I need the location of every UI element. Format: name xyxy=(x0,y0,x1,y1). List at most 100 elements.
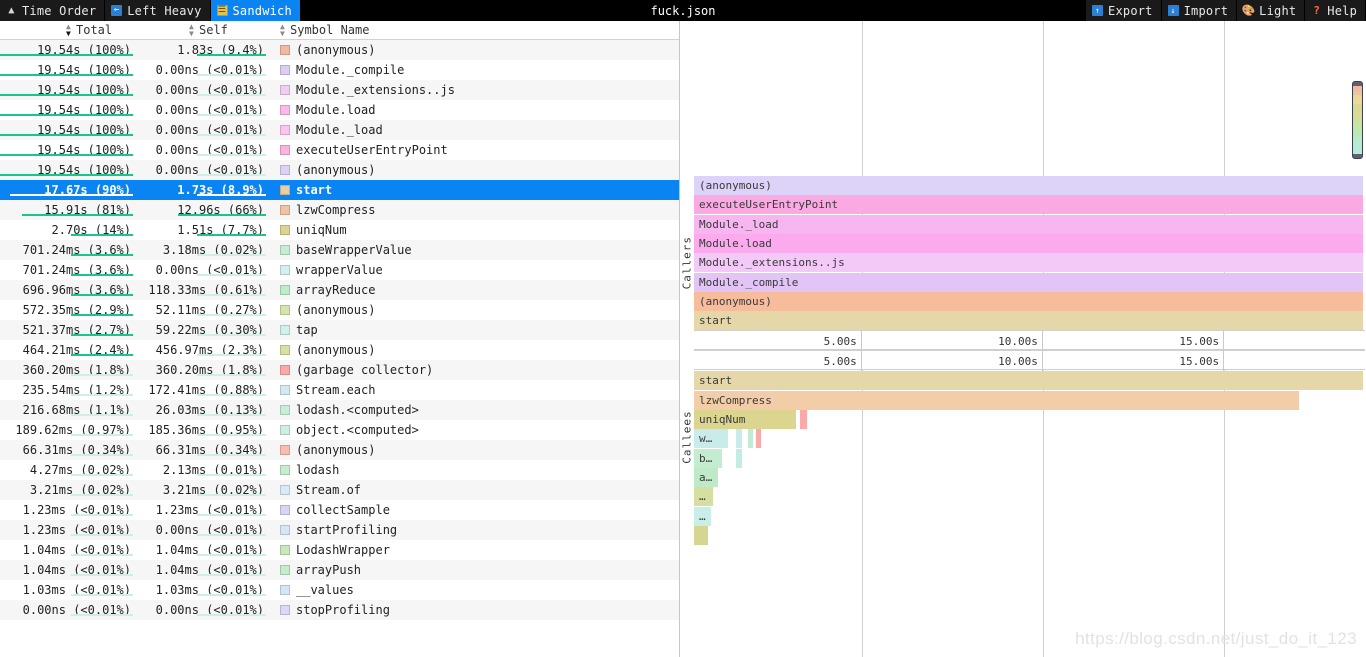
table-row[interactable]: 235.54ms (1.2%) 172.41ms (0.88%) Stream.ea… xyxy=(0,380,679,400)
column-header-total[interactable]: ▲ ▼ Total xyxy=(0,23,137,38)
table-row[interactable]: 521.37ms (2.7%) 59.22ms (0.30%) tap xyxy=(0,320,679,340)
caller-frame-label: executeUserEntryPoint xyxy=(699,198,839,212)
caller-frame[interactable]: Module.load xyxy=(694,233,1363,253)
minimap-scrollbar[interactable] xyxy=(1352,81,1363,159)
table-row[interactable]: 216.68ms (1.1%) 26.03ms (0.13%) lodash.<co… xyxy=(0,400,679,420)
callee-frame[interactable] xyxy=(735,429,742,449)
table-row[interactable]: 572.35ms (2.9%) 52.11ms (0.27%) (anonymous… xyxy=(0,300,679,320)
callee-frame[interactable]: … xyxy=(694,506,711,526)
caller-frame[interactable]: Module._compile xyxy=(694,272,1363,292)
cell-symbol-text: stopProfiling xyxy=(296,603,390,617)
table-row[interactable]: 2.70s (14%) 1.51s (7.7%) uniqNum xyxy=(0,220,679,240)
callee-frame[interactable]: b… xyxy=(694,448,722,468)
table-row[interactable]: 464.21ms (2.4%) 456.97ms (2.3%) (anonymous… xyxy=(0,340,679,360)
view-mode-time-order[interactable]: ▲ Time Order xyxy=(0,0,106,21)
caller-frame[interactable]: Module._load xyxy=(694,214,1363,234)
cell-symbol: startProfiling xyxy=(270,523,679,537)
table-row[interactable]: 696.96ms (3.6%) 118.33ms (0.61%) arrayRedu… xyxy=(0,280,679,300)
self-bar xyxy=(196,154,266,156)
callee-frame[interactable]: lzwCompress xyxy=(694,390,1300,410)
self-bar xyxy=(196,474,266,476)
table-row[interactable]: 189.62ms (0.97%) 185.36ms (0.95%) object.<… xyxy=(0,420,679,440)
table-row[interactable]: 3.21ms (0.02%) 3.21ms (0.02%) Stream.of xyxy=(0,480,679,500)
caller-frame[interactable]: (anonymous) xyxy=(694,176,1363,195)
view-mode-left-heavy[interactable]: ← Left Heavy xyxy=(105,0,211,21)
caller-frame-row: (anonymous) xyxy=(694,176,1365,195)
callee-frame[interactable] xyxy=(694,525,709,545)
color-swatch-icon xyxy=(280,465,290,475)
caller-frame[interactable]: (anonymous) xyxy=(694,291,1363,311)
cell-symbol-text: Stream.each xyxy=(296,383,376,397)
cell-self: 0.00ns (<0.01%) xyxy=(137,523,270,537)
caller-frame[interactable]: Module._extensions..js xyxy=(694,253,1363,273)
table-row[interactable]: 15.91s (81%) 12.96s (66%) lzwCompress xyxy=(0,200,679,220)
table-row[interactable]: 19.54s (100%) 0.00ns (<0.01%) Module._comp… xyxy=(0,60,679,80)
cell-symbol-text: __values xyxy=(296,583,354,597)
export-button[interactable]: ↑ Export xyxy=(1086,0,1162,21)
sandwich-icon: ☰ xyxy=(216,5,228,16)
cell-symbol-text: (anonymous) xyxy=(296,163,376,177)
left-heavy-icon: ← xyxy=(111,5,123,16)
cell-total: 3.21ms (0.02%) xyxy=(0,483,137,497)
cell-self: 52.11ms (0.27%) xyxy=(137,303,270,317)
callee-frame[interactable] xyxy=(756,429,762,449)
cell-symbol-text: uniqNum xyxy=(296,223,347,237)
callee-frame[interactable]: … xyxy=(694,487,713,507)
table-row[interactable]: 19.54s (100%) 0.00ns (<0.01%) Module._exte… xyxy=(0,80,679,100)
callee-frame[interactable] xyxy=(747,429,753,449)
callee-frame[interactable]: uniqNum xyxy=(694,410,796,429)
table-row[interactable]: 4.27ms (0.02%) 2.13ms (0.01%) lodash xyxy=(0,460,679,480)
table-row[interactable]: 1.03ms (<0.01%) 1.03ms (<0.01%) __values xyxy=(0,580,679,600)
table-row[interactable]: 19.54s (100%) 0.00ns (<0.01%) executeUserE… xyxy=(0,140,679,160)
color-swatch-icon xyxy=(280,365,290,375)
self-bar xyxy=(196,274,266,276)
table-row[interactable]: 1.04ms (<0.01%) 1.04ms (<0.01%) LodashWrap… xyxy=(0,540,679,560)
cell-self: 0.00ns (<0.01%) xyxy=(137,263,270,277)
import-button[interactable]: ↓ Import xyxy=(1161,0,1238,21)
cell-symbol-text: (anonymous) xyxy=(296,443,376,457)
help-button[interactable]: ? Help xyxy=(1305,0,1366,21)
callee-frame-row: … xyxy=(694,487,1365,507)
top-toolbar: fuck.json ▲ Time Order ← Left Heavy ☰ Sa… xyxy=(0,0,1366,21)
table-row[interactable]: 19.54s (100%) 0.00ns (<0.01%) Module._load xyxy=(0,120,679,140)
theme-toggle-button[interactable]: 🎨 Light xyxy=(1237,0,1306,21)
column-header-self[interactable]: ▲ ▼ Self xyxy=(137,23,270,38)
table-row[interactable]: 1.23ms (<0.01%) 0.00ns (<0.01%) startProfi… xyxy=(0,520,679,540)
cell-self: 1.73s (8.9%) xyxy=(137,183,270,197)
caller-frame-row: Module.load xyxy=(694,233,1365,253)
self-bar xyxy=(196,54,266,56)
table-row[interactable]: 17.67s (90%) 1.73s (8.9%) start xyxy=(0,180,679,200)
caller-frame[interactable]: executeUserEntryPoint xyxy=(694,195,1363,215)
cell-self: 59.22ms (0.30%) xyxy=(137,323,270,337)
caller-frame[interactable]: start xyxy=(694,311,1363,331)
ruler-tick: 15.00s xyxy=(694,331,1225,352)
callee-frame[interactable]: a… xyxy=(694,467,719,487)
table-row[interactable]: 701.24ms (3.6%) 3.18ms (0.02%) baseWrapper… xyxy=(0,240,679,260)
table-row[interactable]: 19.54s (100%) 0.00ns (<0.01%) Module.load xyxy=(0,100,679,120)
view-mode-sandwich[interactable]: ☰ Sandwich xyxy=(210,0,301,21)
callee-frame[interactable]: w… xyxy=(694,429,729,449)
cell-symbol: (anonymous) xyxy=(270,343,679,357)
toolbar-actions: ↑ Export ↓ Import 🎨 Light ? Help xyxy=(1086,0,1366,21)
ruler-tick-label: 15.00s xyxy=(1179,334,1220,348)
caller-frame-row: start xyxy=(694,311,1365,331)
table-row[interactable]: 1.04ms (<0.01%) 1.04ms (<0.01%) arrayPush xyxy=(0,560,679,580)
cell-self: 0.00ns (<0.01%) xyxy=(137,603,270,617)
callee-frame[interactable] xyxy=(735,448,742,468)
callee-frame[interactable]: start xyxy=(694,371,1363,391)
table-row[interactable]: 19.54s (100%) 1.83s (9.4%) (anonymous) xyxy=(0,40,679,60)
cell-symbol: baseWrapperValue xyxy=(270,243,679,257)
color-swatch-icon xyxy=(280,525,290,535)
table-row[interactable]: 360.20ms (1.8%) 360.20ms (1.8%) (garbage c… xyxy=(0,360,679,380)
watermark: https://blog.csdn.net/just_do_it_123 xyxy=(1075,629,1357,648)
table-row[interactable]: 1.23ms (<0.01%) 1.23ms (<0.01%) collectSam… xyxy=(0,500,679,520)
callee-frame[interactable] xyxy=(800,410,808,429)
cell-symbol-text: (garbage collector) xyxy=(296,363,434,377)
table-row[interactable]: 19.54s (100%) 0.00ns (<0.01%) (anonymous) xyxy=(0,160,679,180)
table-row[interactable]: 0.00ns (<0.01%) 0.00ns (<0.01%) stopProfil… xyxy=(0,600,679,620)
cell-total: 1.23ms (<0.01%) xyxy=(0,503,137,517)
table-row[interactable]: 701.24ms (3.6%) 0.00ns (<0.01%) wrapperVal… xyxy=(0,260,679,280)
column-header-symbol[interactable]: ▲ ▼ Symbol Name xyxy=(270,23,679,38)
table-row[interactable]: 66.31ms (0.34%) 66.31ms (0.34%) (anonymous… xyxy=(0,440,679,460)
view-mode-group: ▲ Time Order ← Left Heavy ☰ Sandwich xyxy=(0,0,301,21)
